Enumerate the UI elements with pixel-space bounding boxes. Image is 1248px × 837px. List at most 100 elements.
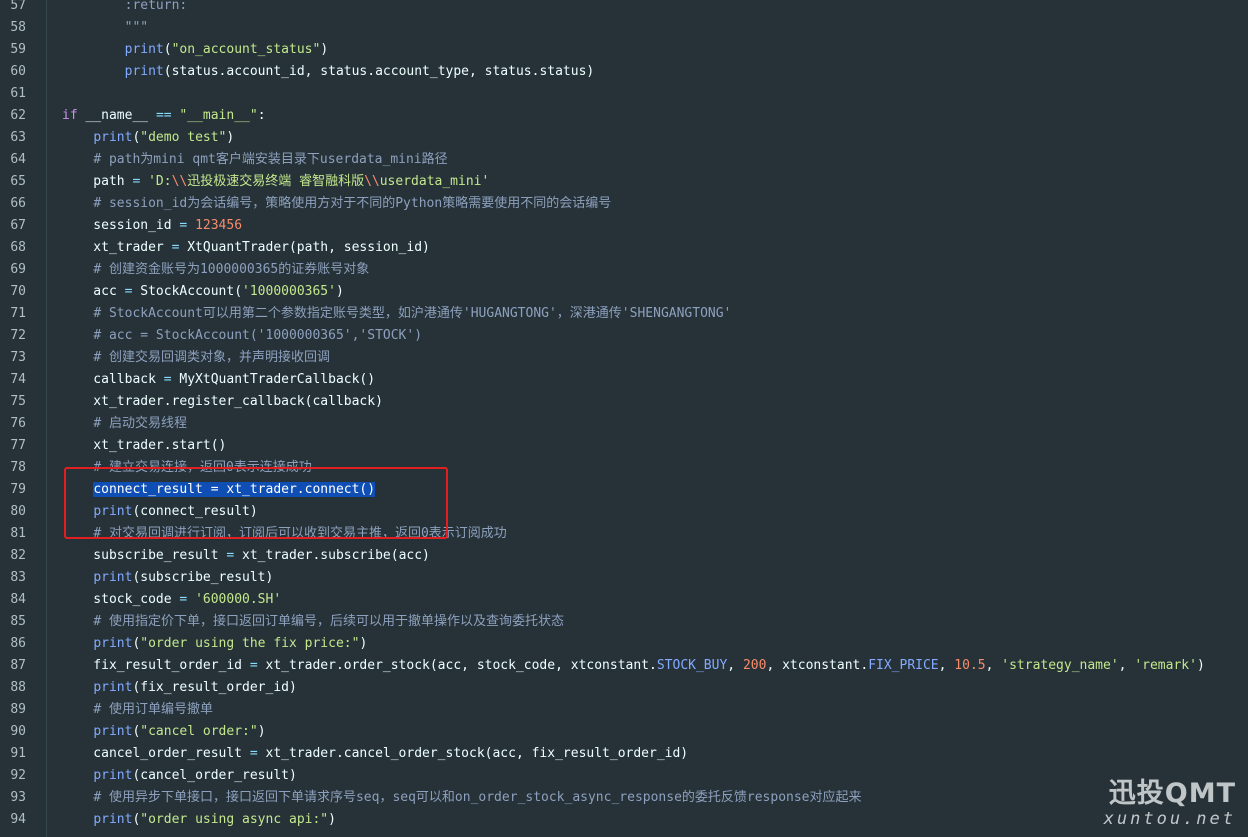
code-line[interactable]: # 使用指定价下单，接口返回订单编号，后续可以用于撤单操作以及查询委托状态: [47, 611, 1248, 633]
code-token: ): [226, 130, 235, 145]
code-line[interactable]: cancel_order_result = xt_trader.cancel_o…: [47, 743, 1248, 765]
code-line[interactable]: """: [47, 17, 1248, 39]
code-line[interactable]: print("cancel order:"): [47, 721, 1248, 743]
code-token: xt_trader.order_stock(acc, stock_code, x…: [257, 658, 657, 673]
line-number: 73: [10, 350, 26, 365]
code-token-number: \\: [364, 174, 380, 189]
code-line[interactable]: path = 'D:\\迅投极速交易终端 睿智融科版\\userdata_min…: [47, 171, 1248, 193]
code-line[interactable]: # 使用异步下单接口，接口返回下单请求序号seq，seq可以和on_order_…: [47, 787, 1248, 809]
line-number: 74: [10, 372, 26, 387]
code-line[interactable]: fix_result_order_id = xt_trader.order_st…: [47, 655, 1248, 677]
line-number: 70: [10, 284, 26, 299]
code-line[interactable]: # acc = StockAccount('1000000365','STOCK…: [47, 325, 1248, 347]
code-token-comment: """: [124, 20, 149, 35]
line-number: 91: [10, 746, 26, 761]
code-token-operator: ==: [155, 108, 172, 123]
code-token-comment: # 建立交易连接，返回0表示连接成功: [93, 460, 312, 475]
line-number: 68: [10, 240, 26, 255]
line-number: 93: [10, 790, 26, 805]
line-number: 83: [10, 570, 26, 585]
code-line[interactable]: # session_id为会话编号，策略使用方对于不同的Python策略需要使用…: [47, 193, 1248, 215]
code-token: StockAccount(: [132, 284, 243, 299]
code-line[interactable]: callback = MyXtQuantTraderCallback(): [47, 369, 1248, 391]
code-token: ,: [727, 658, 743, 673]
code-token-operator: =: [163, 372, 172, 387]
code-token-string: '1000000365': [242, 284, 336, 299]
code-line[interactable]: print(subscribe_result): [47, 567, 1248, 589]
line-number: 82: [10, 548, 26, 563]
code-line[interactable]: :return:: [47, 0, 1248, 17]
code-line[interactable]: # path为mini qmt客户端安装目录下userdata_mini路径: [47, 149, 1248, 171]
line-number: 62: [10, 108, 26, 123]
code-line[interactable]: # 启动交易线程: [47, 413, 1248, 435]
code-token-comment: # 使用指定价下单，接口返回订单编号，后续可以用于撤单操作以及查询委托状态: [93, 614, 564, 629]
code-token-keyword: if: [62, 108, 78, 123]
line-number: 87: [10, 658, 26, 673]
code-line[interactable]: print("order using async api:"): [47, 809, 1248, 831]
code-line[interactable]: print(connect_result): [47, 501, 1248, 523]
line-number: 72: [10, 328, 26, 343]
code-line[interactable]: print(fix_result_order_id): [47, 677, 1248, 699]
code-token-comment: :return:: [124, 0, 188, 13]
code-line[interactable]: # StockAccount可以用第二个参数指定账号类型，如沪港通传'HUGAN…: [47, 303, 1248, 325]
line-number: 64: [10, 152, 26, 167]
code-token-function: print: [93, 570, 133, 585]
code-token-selection: connect_result = xt_trader.connect(): [93, 482, 376, 497]
line-number: 63: [10, 130, 26, 145]
code-line[interactable]: connect_result = xt_trader.connect(): [47, 479, 1248, 501]
code-line[interactable]: if __name__ == "__main__":: [47, 105, 1248, 127]
code-line[interactable]: # 创建资金账号为1000000365的证券账号对象: [47, 259, 1248, 281]
code-token: xt_trader.start(): [62, 438, 227, 453]
code-line[interactable]: [47, 83, 1248, 105]
line-number: 86: [10, 636, 26, 651]
code-token: (connect_result): [132, 504, 258, 519]
code-area[interactable]: :return: """ print("on_account_status") …: [47, 0, 1248, 837]
code-line[interactable]: print("demo test"): [47, 127, 1248, 149]
code-line[interactable]: subscribe_result = xt_trader.subscribe(a…: [47, 545, 1248, 567]
code-token-string: 'D:: [148, 174, 172, 189]
line-number: 90: [10, 724, 26, 739]
code-token: ): [328, 812, 336, 827]
code-lines[interactable]: :return: """ print("on_account_status") …: [47, 0, 1248, 831]
code-token-function: print: [93, 724, 133, 739]
code-line[interactable]: print("order using the fix price:"): [47, 633, 1248, 655]
code-token: ,: [1118, 658, 1135, 673]
code-editor[interactable]: 57 58 59 60 61 62 63 64 65 66 67 68 69 70 71 72 73 74 75 76…: [0, 0, 1248, 837]
code-token-string: 迅投极速交易终端 睿智融科版: [187, 174, 365, 189]
code-token: ): [320, 42, 329, 57]
code-token: ): [257, 724, 266, 739]
code-line[interactable]: xt_trader.register_callback(callback): [47, 391, 1248, 413]
line-number: 79: [10, 482, 26, 497]
line-number: 66: [10, 196, 26, 211]
line-number: 57: [10, 0, 26, 13]
line-number-gutter: 57 58 59 60 61 62 63 64 65 66 67 68 69 70 71 72 73 74 75 76…: [0, 0, 47, 837]
code-line[interactable]: # 使用订单编号撤单: [47, 699, 1248, 721]
code-token: MyXtQuantTraderCallback(): [171, 372, 376, 387]
code-line[interactable]: session_id = 123456: [47, 215, 1248, 237]
code-token-number: \\: [171, 174, 188, 189]
code-line[interactable]: print(cancel_order_result): [47, 765, 1248, 787]
line-number: 81: [10, 526, 26, 541]
code-line[interactable]: print("on_account_status"): [47, 39, 1248, 61]
code-line[interactable]: print(status.account_id, status.account_…: [47, 61, 1248, 83]
code-token: cancel_order_result: [62, 746, 250, 761]
code-token: path: [62, 174, 133, 189]
code-token-function: print: [93, 504, 133, 519]
code-line[interactable]: # 创建交易回调类对象，并声明接收回调: [47, 347, 1248, 369]
line-number: 78: [10, 460, 26, 475]
code-token-comment: # StockAccount可以用第二个参数指定账号类型，如沪港通传'HUGAN…: [93, 306, 732, 321]
code-line[interactable]: # 对交易回调进行订阅，订阅后可以收到交易主推，返回0表示订阅成功: [47, 523, 1248, 545]
code-line[interactable]: # 建立交易连接，返回0表示连接成功: [47, 457, 1248, 479]
code-line[interactable]: xt_trader.start(): [47, 435, 1248, 457]
code-token: callback: [62, 372, 164, 387]
code-line[interactable]: xt_trader = XtQuantTrader(path, session_…: [47, 237, 1248, 259]
code-token-string: 'remark': [1134, 658, 1197, 673]
code-line[interactable]: acc = StockAccount('1000000365'): [47, 281, 1248, 303]
code-token-comment: # 对交易回调进行订阅，订阅后可以收到交易主推，返回0表示订阅成功: [93, 526, 507, 541]
code-line[interactable]: stock_code = '600000.SH': [47, 589, 1248, 611]
